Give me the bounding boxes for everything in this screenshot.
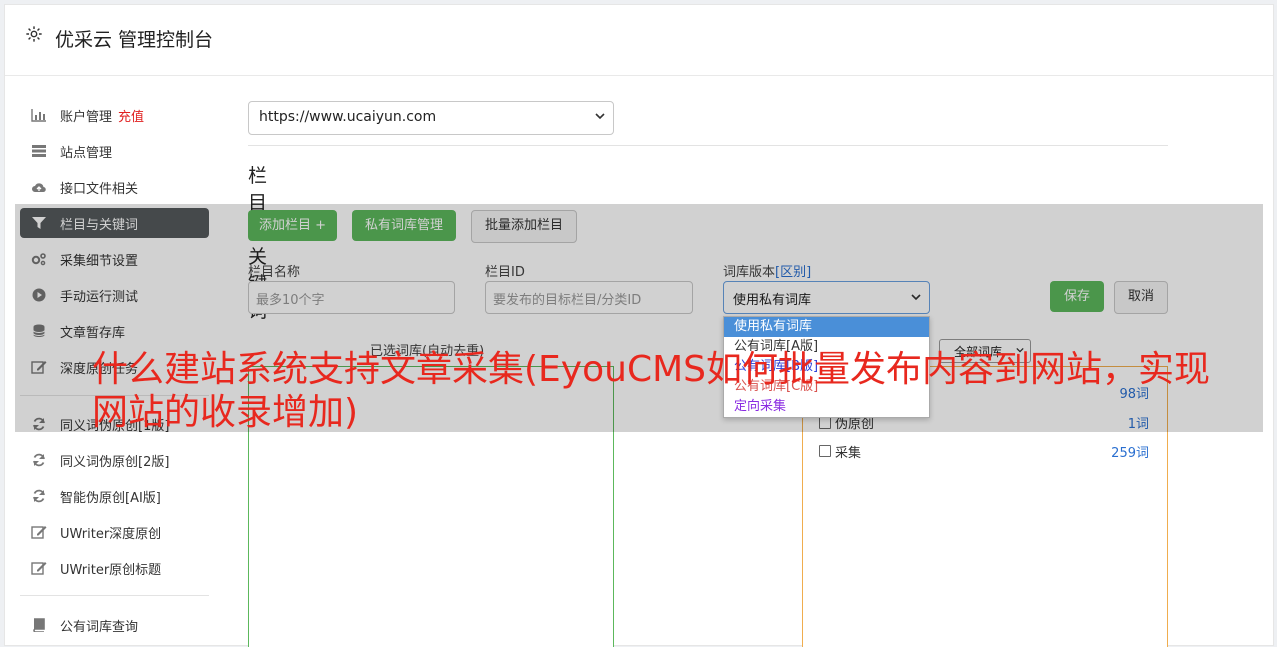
book-icon — [33, 618, 45, 632]
gear-icon — [26, 26, 42, 42]
sidebar-item-label: UWriter深度原创 — [60, 527, 162, 542]
sidebar-item-label: 同义词伪原创[2版] — [60, 455, 170, 470]
sidebar-item-label: 接口文件相关 — [60, 182, 139, 197]
refresh-icon — [33, 489, 45, 503]
lib-label: 采集 — [835, 446, 862, 461]
bar-chart-icon — [31, 109, 46, 122]
lib-checkbox[interactable] — [819, 445, 831, 457]
dropdown-option[interactable]: 使用私有词库 — [724, 317, 929, 337]
sidebar-item-label: 智能伪原创[AI版] — [60, 491, 161, 506]
sidebar-item-ai-original[interactable]: 智能伪原创[AI版] — [20, 481, 209, 511]
server-icon — [32, 145, 46, 157]
edit-icon — [31, 526, 47, 539]
sidebar-item-label: 公有词库查询 — [60, 620, 139, 635]
top-bar: 优采云 管理控制台 — [5, 5, 1273, 76]
site-select[interactable]: https://www.ucaiyun.com — [248, 101, 614, 135]
divider — [248, 145, 1168, 146]
refresh-icon — [33, 453, 45, 467]
sidebar-item-label: 站点管理 — [60, 146, 113, 161]
site-select-value: https://www.ucaiyun.com — [259, 109, 437, 125]
recharge-link[interactable]: 充值 — [118, 110, 144, 125]
sidebar-item-uwriter-deep[interactable]: UWriter深度原创 — [20, 517, 209, 547]
sidebar-item-uwriter-title[interactable]: UWriter原创标题 — [20, 553, 209, 583]
sidebar-divider — [20, 595, 209, 596]
article-headline: 什么建站系统支持文章采集(EyouCMS如何批量发布内容到网站，实现网站的收录增… — [92, 349, 1210, 433]
sidebar-item-label: 账户管理 — [60, 110, 113, 125]
sidebar-item-account[interactable]: 账户管理 充值 — [20, 100, 209, 130]
chevron-down-icon — [595, 113, 605, 120]
sidebar-item-sites[interactable]: 站点管理 — [20, 136, 209, 166]
lib-count: 259词 — [1111, 446, 1149, 461]
edit-icon — [31, 562, 47, 575]
sidebar-item-api-files[interactable]: 接口文件相关 — [20, 172, 209, 202]
cloud-upload-icon — [32, 183, 46, 193]
sidebar-item-synonym-v2[interactable]: 同义词伪原创[2版] — [20, 445, 209, 475]
app-title: 优采云 管理控制台 — [55, 29, 214, 51]
sidebar-item-label: UWriter原创标题 — [60, 563, 162, 578]
